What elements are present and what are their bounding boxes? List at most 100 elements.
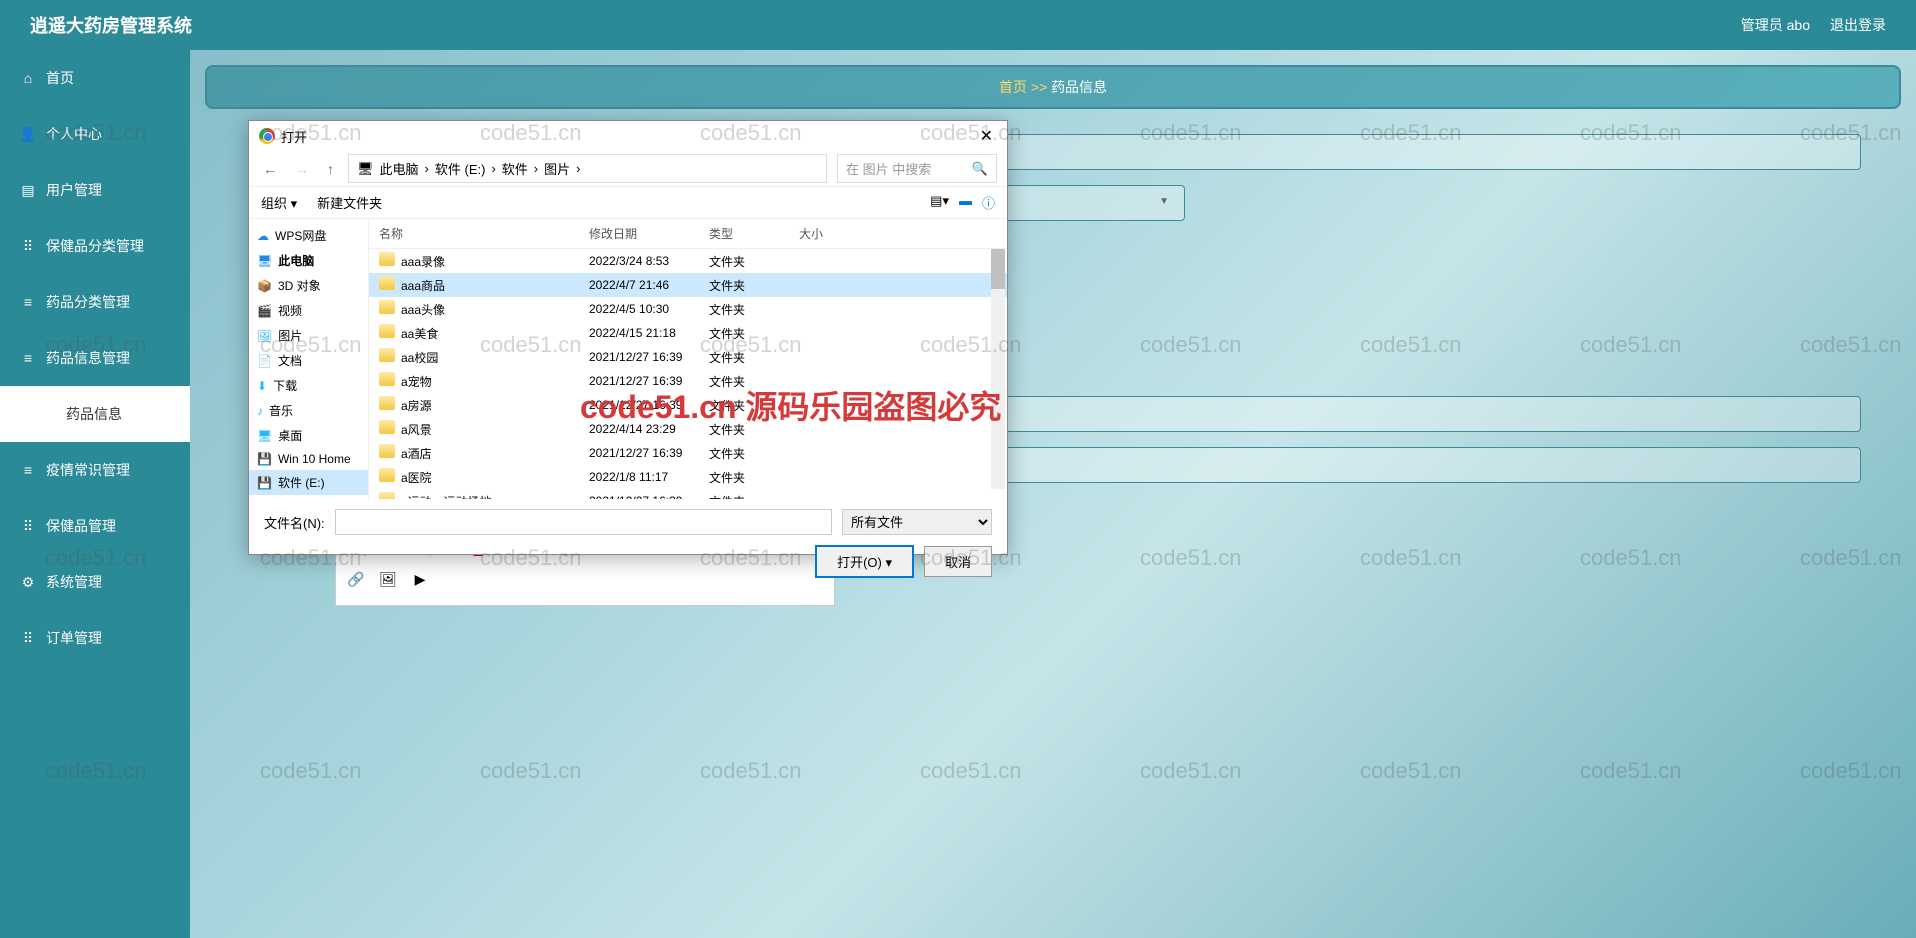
help-icon[interactable]: ⓘ	[982, 193, 995, 212]
filename-input[interactable]	[335, 509, 832, 535]
sidebar-icon: ⠿	[20, 630, 36, 646]
tree-item-11[interactable]: 💾文档 (F:)	[249, 495, 368, 499]
folder-icon	[379, 444, 395, 458]
folder-icon	[379, 372, 395, 386]
sidebar-item-9[interactable]: ⚙系统管理	[0, 554, 190, 610]
file-type: 文件夹	[709, 469, 799, 486]
tree-item-7[interactable]: ♪ 音乐	[249, 398, 368, 423]
up-icon[interactable]: ↑	[323, 159, 338, 179]
tree-label: 音乐	[269, 402, 293, 419]
folder-icon	[379, 324, 395, 338]
sidebar-item-label: 药品信息	[66, 404, 122, 424]
open-button[interactable]: 打开(O) ▾	[815, 545, 914, 578]
preview-icon[interactable]: ▬	[959, 193, 972, 212]
sidebar-item-2[interactable]: ▤用户管理	[0, 162, 190, 218]
file-row[interactable]: a房源2021/12/27 16:39文件夹	[369, 393, 1007, 417]
sidebar-item-1[interactable]: 👤个人中心	[0, 106, 190, 162]
file-date: 2021/12/27 16:39	[589, 494, 709, 499]
col-date[interactable]: 修改日期	[589, 225, 709, 242]
sidebar-icon	[40, 406, 56, 422]
tree-label: 图片	[278, 327, 302, 344]
sidebar-item-0[interactable]: ⌂首页	[0, 50, 190, 106]
file-name: a酒店	[401, 447, 432, 461]
sidebar: ⌂首页👤个人中心▤用户管理⠿保健品分类管理≡药品分类管理≡药品信息管理药品信息 ≡…	[0, 50, 190, 938]
sidebar-item-6[interactable]: 药品信息	[0, 386, 190, 442]
col-type[interactable]: 类型	[709, 225, 799, 242]
tree-icon: 💾	[257, 476, 272, 490]
logout-link[interactable]: 退出登录	[1830, 15, 1886, 35]
tree-item-0[interactable]: ☁WPS网盘	[249, 223, 368, 248]
tree-label: 软件 (E:)	[278, 474, 325, 491]
col-name[interactable]: 名称	[379, 225, 589, 242]
file-row[interactable]: a风景2022/4/14 23:29文件夹	[369, 417, 1007, 441]
file-row[interactable]: aa校园2021/12/27 16:39文件夹	[369, 345, 1007, 369]
sidebar-icon: ▤	[20, 182, 36, 198]
tree-icon: ⬇	[257, 379, 267, 393]
file-date: 2022/4/7 21:46	[589, 278, 709, 292]
file-row[interactable]: a医院2022/1/8 11:17文件夹	[369, 465, 1007, 489]
folder-icon	[379, 252, 395, 266]
folder-icon	[379, 492, 395, 499]
file-name: a房源	[401, 399, 432, 413]
sidebar-icon: ≡	[20, 350, 36, 366]
tree-item-8[interactable]: 🖥桌面	[249, 423, 368, 448]
tree-item-9[interactable]: 💾Win 10 Home	[249, 448, 368, 470]
file-date: 2022/1/8 11:17	[589, 470, 709, 484]
forward-icon[interactable]: →	[291, 159, 313, 179]
cancel-button[interactable]: 取消	[924, 546, 992, 577]
file-type: 文件夹	[709, 421, 799, 438]
sidebar-item-4[interactable]: ≡药品分类管理	[0, 274, 190, 330]
file-date: 2022/4/5 10:30	[589, 302, 709, 316]
path-bar[interactable]: 🖥 此电脑›软件 (E:)›软件›图片›	[348, 154, 827, 183]
sidebar-icon: 👤	[20, 126, 36, 142]
sidebar-item-5[interactable]: ≡药品信息管理	[0, 330, 190, 386]
sidebar-item-label: 首页	[46, 68, 74, 88]
file-row[interactable]: aaa头像2022/4/5 10:30文件夹	[369, 297, 1007, 321]
path-segment[interactable]: 图片	[544, 159, 570, 178]
sidebar-item-10[interactable]: ⠿订单管理	[0, 610, 190, 666]
tree-item-3[interactable]: 🎬视频	[249, 298, 368, 323]
scrollbar-thumb[interactable]	[991, 249, 1005, 289]
tree-item-1[interactable]: 🖥此电脑	[249, 248, 368, 273]
tree-icon: ♪	[257, 404, 263, 418]
tree-item-5[interactable]: 📄文档	[249, 348, 368, 373]
tree-label: WPS网盘	[275, 227, 326, 244]
close-icon[interactable]: ✕	[976, 126, 997, 146]
file-row[interactable]: aaa录像2022/3/24 8:53文件夹	[369, 249, 1007, 273]
tree-item-4[interactable]: 🖼图片	[249, 323, 368, 348]
path-segment[interactable]: 此电脑	[380, 159, 419, 178]
view-icon[interactable]: ▤▾	[930, 193, 949, 212]
file-type: 文件夹	[709, 445, 799, 462]
tree-item-2[interactable]: 📦3D 对象	[249, 273, 368, 298]
file-row[interactable]: aa美食2022/4/15 21:18文件夹	[369, 321, 1007, 345]
file-type: 文件夹	[709, 349, 799, 366]
breadcrumb-home[interactable]: 首页	[999, 79, 1027, 95]
tree-item-6[interactable]: ⬇ 下载	[249, 373, 368, 398]
file-row[interactable]: aaa商品2022/4/7 21:46文件夹	[369, 273, 1007, 297]
col-size[interactable]: 大小	[799, 225, 859, 242]
organize-btn[interactable]: 组织 ▾	[261, 193, 297, 212]
filename-label: 文件名(N):	[264, 513, 325, 532]
file-row[interactable]: a酒店2021/12/27 16:39文件夹	[369, 441, 1007, 465]
tree-label: 文档	[278, 352, 302, 369]
tree-label: 此电脑	[278, 252, 314, 269]
back-icon[interactable]: ←	[259, 159, 281, 179]
sidebar-item-3[interactable]: ⠿保健品分类管理	[0, 218, 190, 274]
sidebar-item-8[interactable]: ⠿保健品管理	[0, 498, 190, 554]
newfolder-btn[interactable]: 新建文件夹	[317, 193, 382, 212]
path-segment[interactable]: 软件	[502, 159, 528, 178]
tree-icon: 🖥	[257, 429, 272, 443]
file-date: 2022/4/15 21:18	[589, 326, 709, 340]
tree-item-10[interactable]: 💾 软件 (E:)	[249, 470, 368, 495]
sidebar-item-7[interactable]: ≡疫情常识管理	[0, 442, 190, 498]
search-box[interactable]: 在 图片 中搜索 🔍	[837, 154, 997, 183]
folder-icon	[379, 348, 395, 362]
filter-select[interactable]: 所有文件	[842, 509, 992, 535]
search-icon: 🔍	[972, 161, 988, 177]
path-segment[interactable]: 软件 (E:)	[435, 159, 486, 178]
file-row[interactable]: a宠物2021/12/27 16:39文件夹	[369, 369, 1007, 393]
dialog-footer: 文件名(N): 所有文件	[249, 499, 1007, 545]
tree-label: 下载	[273, 377, 297, 394]
admin-label[interactable]: 管理员 abo	[1741, 15, 1810, 35]
file-row[interactable]: a运动，运动场地2021/12/27 16:39文件夹	[369, 489, 1007, 499]
